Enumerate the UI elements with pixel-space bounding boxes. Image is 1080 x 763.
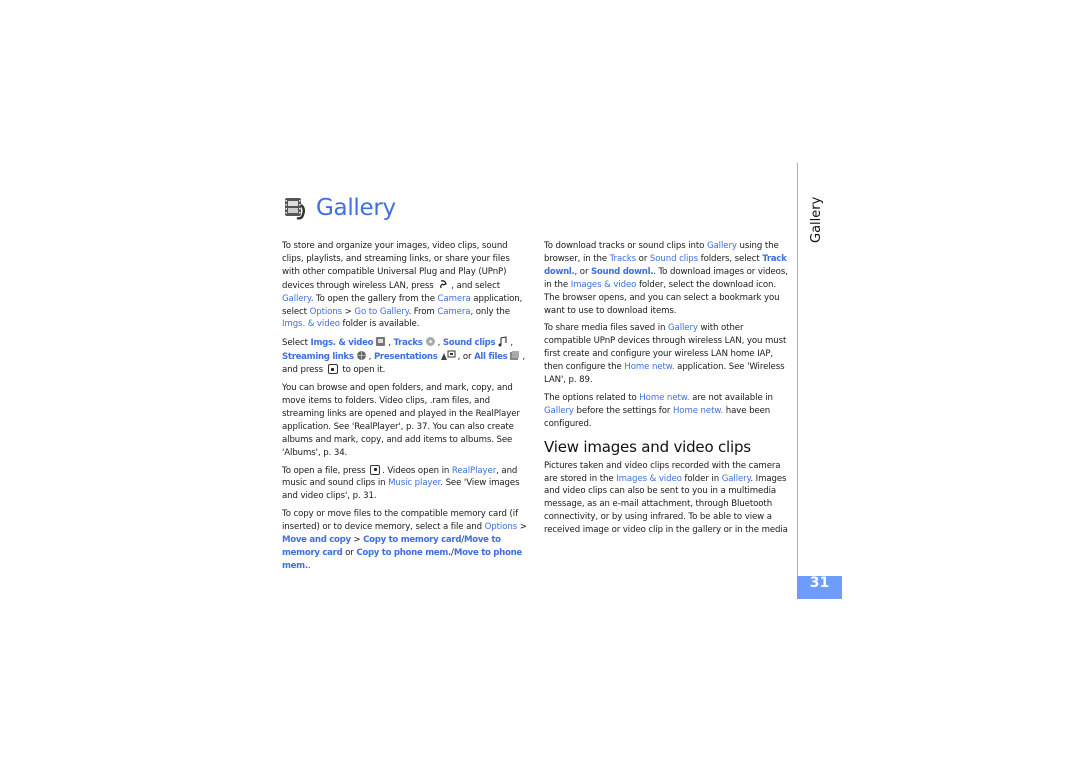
link-imgs-video[interactable]: Imgs. & video xyxy=(282,319,340,329)
select-key-icon xyxy=(327,364,338,375)
section-heading: View images and video clips xyxy=(544,437,751,456)
link-options[interactable]: Options xyxy=(310,307,343,317)
paragraph: To copy or move files to the compatible … xyxy=(282,508,528,573)
link-gallery[interactable]: Gallery xyxy=(282,294,311,304)
paragraph: You can browse and open folders, and mar… xyxy=(282,383,520,458)
text: . xyxy=(307,560,311,571)
link-gallery[interactable]: Gallery xyxy=(544,406,574,416)
title-text: Gallery xyxy=(316,195,396,221)
link-presentations[interactable]: Presentations xyxy=(374,352,438,362)
presentations-icon xyxy=(440,350,456,361)
text: , or xyxy=(574,266,592,277)
text: Select xyxy=(282,338,311,349)
text: > xyxy=(342,306,355,317)
text: To open a file, press xyxy=(282,465,369,476)
link-gallery[interactable]: Gallery xyxy=(668,323,698,333)
link-camera[interactable]: Camera xyxy=(438,294,471,304)
paragraph: Pictures taken and video clips recorded … xyxy=(544,460,788,537)
text: folder in xyxy=(681,473,722,484)
paragraph: To share media files saved in Gallery wi… xyxy=(544,322,788,387)
link-imgs-video[interactable]: Imgs. & video xyxy=(311,338,374,348)
link-go-to-gallery[interactable]: Go to Gallery xyxy=(354,307,408,317)
side-chapter-tab: Gallery xyxy=(809,196,824,243)
link-home-netw[interactable]: Home netw. xyxy=(624,362,674,372)
page-number: 31 xyxy=(797,576,842,599)
text: or xyxy=(636,253,650,264)
text: . From xyxy=(408,306,438,317)
link-realplayer[interactable]: RealPlayer xyxy=(452,466,496,476)
text: To copy or move files to the compatible … xyxy=(282,509,518,533)
text: , or xyxy=(457,352,475,363)
link-music-player[interactable]: Music player xyxy=(388,478,440,488)
column-left: To store and organize your images, video… xyxy=(282,240,528,578)
side-divider xyxy=(797,163,798,576)
text: > xyxy=(517,522,527,533)
tracks-disc-icon xyxy=(425,337,435,347)
link-home-netw[interactable]: Home netw. xyxy=(673,406,723,416)
link-tracks[interactable]: Tracks xyxy=(610,254,636,264)
link-sound-clips[interactable]: Sound clips xyxy=(650,254,698,264)
link-home-netw[interactable]: Home netw. xyxy=(639,393,689,403)
text: To share media files saved in xyxy=(544,323,668,334)
paragraph: To download tracks or sound clips into G… xyxy=(544,240,788,317)
text: > xyxy=(350,535,364,546)
menu-key-icon xyxy=(440,279,448,288)
gallery-film-icon xyxy=(285,198,305,220)
text: , xyxy=(510,338,513,349)
text: are not available in xyxy=(689,392,773,403)
link-images-video[interactable]: Images & video xyxy=(616,474,682,484)
text: to open it. xyxy=(339,365,386,376)
text: before the settings for xyxy=(573,405,673,416)
sound-note-icon xyxy=(498,336,507,347)
text: folder is available. xyxy=(339,319,420,330)
text: , and select xyxy=(451,280,500,291)
paragraph: To store and organize your images, video… xyxy=(282,240,528,331)
paragraph: Select Imgs. & video, Tracks, Sound clip… xyxy=(282,336,528,377)
link-copy-to-phone-mem[interactable]: Copy to phone mem. xyxy=(356,548,451,558)
streaming-globe-icon xyxy=(356,351,366,361)
link-gallery[interactable]: Gallery xyxy=(707,241,737,251)
link-images-video[interactable]: Images & video xyxy=(571,280,637,290)
link-tracks[interactable]: Tracks xyxy=(394,338,423,348)
link-move-and-copy[interactable]: Move and copy xyxy=(282,535,351,545)
text: The options related to xyxy=(544,392,640,403)
text: folders, select xyxy=(698,253,763,264)
link-options[interactable]: Options xyxy=(485,522,518,532)
text: or xyxy=(342,547,357,558)
link-all-files[interactable]: All files xyxy=(474,352,508,362)
column-right: To download tracks or sound clips into G… xyxy=(544,240,788,542)
text: To download tracks or sound clips into xyxy=(544,241,707,251)
all-files-icon xyxy=(510,351,520,361)
page-title: Gallery xyxy=(282,192,396,224)
link-camera[interactable]: Camera xyxy=(437,307,470,317)
paragraph: The options related to Home netw. are no… xyxy=(544,392,788,431)
select-key-icon xyxy=(370,464,381,475)
link-streaming-links[interactable]: Streaming links xyxy=(282,352,354,362)
text: . To open the gallery from the xyxy=(310,293,438,304)
text: . Videos open in xyxy=(382,465,452,476)
link-sound-clips[interactable]: Sound clips xyxy=(443,338,496,348)
paragraph: To open a file, press . Videos open in R… xyxy=(282,464,528,504)
text: , only the xyxy=(470,306,510,317)
link-sound-downl[interactable]: Sound downl. xyxy=(591,267,654,277)
images-folder-icon xyxy=(376,337,386,347)
link-gallery[interactable]: Gallery xyxy=(722,474,751,484)
link-copy-to-memory-card[interactable]: Copy to memory card xyxy=(363,535,461,545)
